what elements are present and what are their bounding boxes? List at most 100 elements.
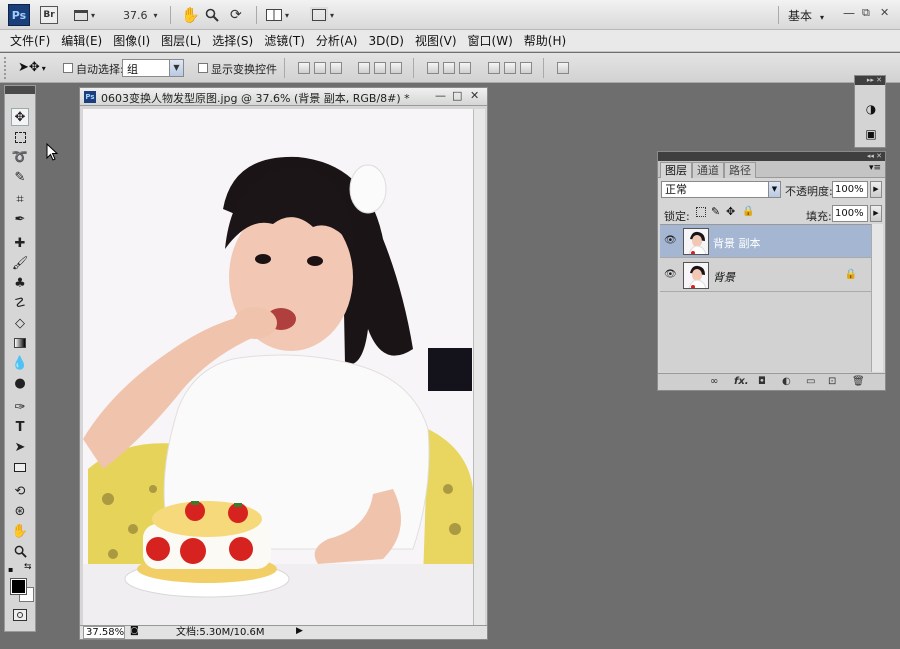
tool-preset-picker[interactable]: ➤✥ ▾: [18, 60, 46, 75]
close-button[interactable]: ✕: [880, 6, 889, 19]
add-mask-icon[interactable]: ◘: [758, 376, 766, 387]
view-extras-button[interactable]: ▾: [74, 6, 95, 24]
distribute-vcenter-icon[interactable]: [443, 62, 455, 74]
restore-button[interactable]: ⧉: [862, 6, 870, 20]
quick-select-tool-icon[interactable]: ✎: [11, 168, 29, 186]
align-vcenter-icon[interactable]: [314, 62, 326, 74]
zoom-tool-icon[interactable]: [11, 542, 29, 560]
toolbox-header[interactable]: [5, 86, 35, 94]
foreground-color-swatch[interactable]: [10, 578, 27, 595]
layer-row-background-copy[interactable]: 👁 背景 副本: [660, 225, 871, 258]
options-bar-grip[interactable]: [4, 57, 8, 79]
auto-align-icon[interactable]: [557, 62, 569, 74]
menu-help[interactable]: 帮助(H): [524, 32, 566, 49]
blend-mode-dropdown[interactable]: 正常 ▼: [661, 181, 781, 198]
link-layers-icon[interactable]: ∞: [710, 376, 718, 387]
status-menu-arrow-icon[interactable]: ▶: [296, 626, 303, 636]
trash-icon[interactable]: 🗑: [852, 376, 865, 387]
auto-select-dropdown[interactable]: 组 ▼: [122, 59, 184, 77]
align-bottom-icon[interactable]: [330, 62, 342, 74]
blur-tool-icon[interactable]: 💧: [11, 354, 29, 372]
menu-filter[interactable]: 滤镜(T): [264, 32, 305, 49]
distribute-top-icon[interactable]: [427, 62, 439, 74]
distribute-bottom-icon[interactable]: [459, 62, 471, 74]
menu-image[interactable]: 图像(I): [113, 32, 150, 49]
eyedropper-tool-icon[interactable]: ✒: [11, 210, 29, 228]
document-vertical-scrollbar[interactable]: [473, 109, 485, 625]
menu-file[interactable]: 文件(F): [10, 32, 50, 49]
hand-tool-icon[interactable]: ✋: [181, 6, 200, 24]
menu-layer[interactable]: 图层(L): [161, 32, 201, 49]
new-group-icon[interactable]: ▭: [806, 376, 815, 387]
crop-tool-icon[interactable]: ⌗: [11, 190, 29, 208]
info-panel-icon[interactable]: ▣: [863, 126, 879, 142]
history-brush-tool-icon[interactable]: ☡: [11, 294, 29, 312]
lock-transparent-icon[interactable]: [696, 207, 706, 217]
workspace-switcher[interactable]: 基本 ▾: [788, 7, 824, 24]
dock-expand-icon[interactable]: ▸▸ ✕: [855, 76, 885, 85]
layer-row-background[interactable]: 👁 背景 🔒: [660, 259, 871, 292]
distribute-right-icon[interactable]: [520, 62, 532, 74]
screen-mode-button[interactable]: ▾: [310, 6, 334, 24]
distribute-left-icon[interactable]: [488, 62, 500, 74]
menu-3d[interactable]: 3D(D): [368, 34, 403, 48]
document-zoom-field[interactable]: 37.58%: [83, 626, 125, 639]
path-selection-tool-icon[interactable]: ➤: [11, 438, 29, 456]
doc-minimize-button[interactable]: —: [435, 89, 446, 102]
auto-select-checkbox[interactable]: [63, 63, 73, 73]
distribute-hcenter-icon[interactable]: [504, 62, 516, 74]
menu-analysis[interactable]: 分析(A): [316, 32, 358, 49]
dodge-tool-icon[interactable]: ●: [11, 374, 29, 392]
minimize-button[interactable]: —: [843, 6, 855, 20]
tab-layers[interactable]: 图层: [660, 162, 692, 178]
adjustment-layer-icon[interactable]: ◐: [782, 376, 791, 387]
document-title-bar[interactable]: Ps 0603变换人物发型原图.jpg @ 37.6% (背景 副本, RGB/…: [80, 88, 487, 106]
opacity-field[interactable]: 100%: [832, 181, 868, 198]
doc-maximize-button[interactable]: □: [452, 89, 462, 102]
opacity-slider-arrow-icon[interactable]: ▶: [870, 181, 882, 198]
menu-select[interactable]: 选择(S): [212, 32, 253, 49]
panel-menu-icon[interactable]: ▾≡: [869, 163, 881, 173]
align-left-icon[interactable]: [358, 62, 370, 74]
marquee-tool-icon[interactable]: [11, 128, 29, 146]
fx-icon[interactable]: fx.: [734, 376, 749, 387]
lock-all-icon[interactable]: 🔒: [742, 206, 754, 217]
navigator-panel-icon[interactable]: ◑: [863, 101, 879, 117]
align-hcenter-icon[interactable]: [374, 62, 386, 74]
visibility-eye-icon[interactable]: 👁: [664, 270, 677, 280]
arrange-documents-button[interactable]: ▾: [266, 6, 289, 24]
menu-edit[interactable]: 编辑(E): [61, 32, 102, 49]
layer-name[interactable]: 背景: [713, 269, 735, 285]
tab-channels[interactable]: 通道: [692, 162, 724, 178]
menu-view[interactable]: 视图(V): [415, 32, 457, 49]
3d-orbit-tool-icon[interactable]: ⊛: [11, 502, 29, 520]
fill-field[interactable]: 100%: [832, 205, 868, 222]
eraser-tool-icon[interactable]: ◇: [11, 314, 29, 332]
quick-mask-icon[interactable]: [13, 609, 27, 621]
pen-tool-icon[interactable]: ✑: [11, 398, 29, 416]
lock-position-icon[interactable]: ✥: [726, 205, 735, 218]
gradient-tool-icon[interactable]: [11, 334, 29, 352]
image-canvas[interactable]: [83, 109, 473, 625]
hand-tool-icon[interactable]: ✋: [11, 522, 29, 540]
lock-image-icon[interactable]: ✎: [711, 205, 720, 218]
align-right-icon[interactable]: [390, 62, 402, 74]
fill-slider-arrow-icon[interactable]: ▶: [870, 205, 882, 222]
lasso-tool-icon[interactable]: ➰: [11, 148, 29, 166]
show-transform-checkbox[interactable]: [198, 63, 208, 73]
menu-window[interactable]: 窗口(W): [468, 32, 513, 49]
new-layer-icon[interactable]: ⊡: [828, 376, 836, 387]
tab-paths[interactable]: 路径: [724, 162, 756, 178]
zoom-tool-icon[interactable]: [205, 6, 219, 24]
move-tool-icon[interactable]: ✥: [11, 108, 29, 126]
visibility-eye-icon[interactable]: 👁: [664, 236, 677, 246]
shape-tool-icon[interactable]: [11, 458, 29, 476]
bridge-button[interactable]: Br: [40, 6, 58, 24]
layer-list-scrollbar[interactable]: [871, 224, 883, 372]
spot-healing-tool-icon[interactable]: ✚: [11, 234, 29, 252]
3d-rotate-tool-icon[interactable]: ⟲: [11, 482, 29, 500]
rotate-view-icon[interactable]: ⟳: [230, 6, 242, 24]
clone-stamp-tool-icon[interactable]: ♣: [11, 274, 29, 292]
type-tool-icon[interactable]: T: [11, 418, 29, 436]
layer-name[interactable]: 背景 副本: [713, 235, 761, 251]
